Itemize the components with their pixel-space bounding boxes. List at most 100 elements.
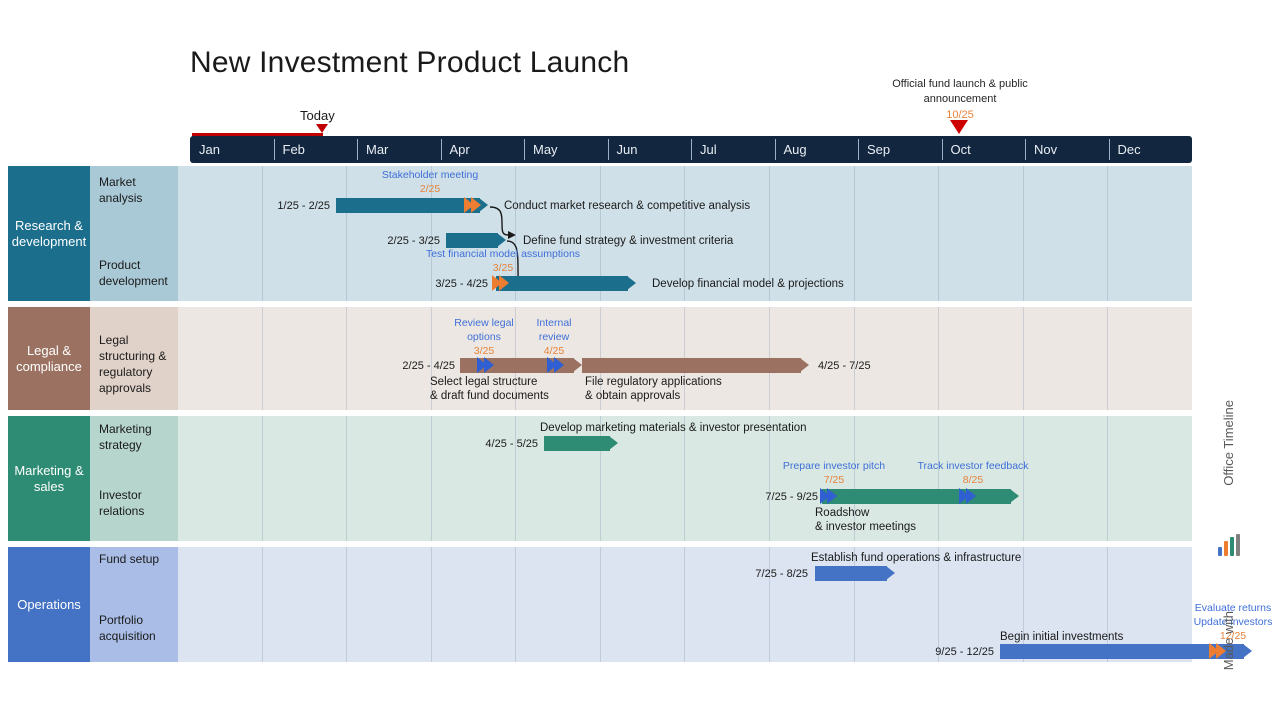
milestone-chevron xyxy=(827,488,837,504)
page-title: New Investment Product Launch xyxy=(190,46,630,79)
month-tick-apr: Apr xyxy=(440,136,525,163)
task-bar-roadshow-investor-meetings[interactable] xyxy=(820,488,1019,505)
row-label-fund-setup: Fund setup xyxy=(90,547,178,587)
task-label-file-regulatory-applications-line1: File regulatory applications xyxy=(585,376,722,388)
milestone-marker-track-investor-feedback[interactable] xyxy=(959,488,976,505)
swimlane-marketing-sales: Marketing & sales Marketing strategy Dev… xyxy=(8,416,1192,541)
row-label-product-development: Product development xyxy=(90,231,178,301)
row-marketing-strategy: Marketing strategy Develop marketing mat… xyxy=(90,416,1192,460)
track-portfolio-acquisition: Evaluate returns Update investors 12/25 … xyxy=(178,587,1272,662)
task-dates-file-regulatory-applications: 4/25 - 7/25 xyxy=(818,360,871,372)
timescale-header: Jan Feb Mar Apr May Jun Jul Aug Sep Oct … xyxy=(190,136,1192,163)
milestone-label-internal-review-line2: review xyxy=(538,331,570,343)
task-label-file-regulatory-applications-line2: & obtain approvals xyxy=(585,390,681,402)
row-market-analysis: Market analysis Stakeholder meeting 2/25… xyxy=(90,166,1192,239)
month-tick-dec: Dec xyxy=(1108,136,1193,163)
milestone-marker-test-financial-model[interactable] xyxy=(492,275,509,292)
month-tick-feb: Feb xyxy=(273,136,358,163)
task-bar-arrow-tip xyxy=(800,358,809,372)
row-fund-setup: Fund setup Establish fund operations & i… xyxy=(90,547,1192,587)
task-bar-conduct-market-research[interactable] xyxy=(336,197,488,214)
swimlane-title-legal-compliance: Legal & compliance xyxy=(8,307,90,410)
task-dates-select-legal-structure: 2/25 - 4/25 xyxy=(402,360,455,372)
branding-product-name: Office Timeline xyxy=(1221,400,1236,486)
task-bar-arrow-tip xyxy=(1010,489,1019,503)
milestone-date-test-financial-model: 3/25 xyxy=(492,262,514,274)
row-label-market-analysis: Market analysis xyxy=(90,166,178,231)
task-dates-begin-initial-investments: 9/25 - 12/25 xyxy=(935,646,994,658)
swimlane-research-development: Research & development Market analysis S… xyxy=(8,166,1192,301)
row-label-legal-structuring: Legal structuring & regulatory approvals xyxy=(90,307,178,410)
task-bar-body xyxy=(582,358,801,373)
task-label-select-legal-structure-line2: & draft fund documents xyxy=(430,390,549,402)
top-milestone-label-line2: announcement xyxy=(923,93,997,105)
month-tick-jul: Jul xyxy=(691,136,775,163)
task-bar-develop-financial-model[interactable] xyxy=(492,275,636,291)
task-label-develop-financial-model: Develop financial model & projections xyxy=(652,278,844,290)
milestone-marker-internal-review[interactable] xyxy=(547,357,564,374)
task-label-roadshow-investor-meetings-line2: & investor meetings xyxy=(815,521,916,533)
task-dates-define-fund-strategy: 2/25 - 3/25 xyxy=(387,235,440,247)
task-dates-develop-marketing-materials: 4/25 - 5/25 xyxy=(485,438,538,450)
month-tick-jan: Jan xyxy=(199,142,220,157)
milestone-date-internal-review: 4/25 xyxy=(543,345,565,357)
task-bar-establish-fund-operations[interactable] xyxy=(815,566,895,581)
office-timeline-logo-icon xyxy=(1218,534,1240,556)
milestone-marker-stakeholder-meeting[interactable] xyxy=(464,197,481,214)
today-label: Today xyxy=(300,108,335,123)
task-bar-file-regulatory-applications[interactable] xyxy=(582,358,809,373)
milestone-date-stakeholder-meeting: 2/25 xyxy=(419,183,441,195)
swimlane-title-research-development: Research & development xyxy=(8,166,90,301)
track-marketing-strategy: Develop marketing materials & investor p… xyxy=(178,416,1192,460)
task-label-conduct-market-research: Conduct market research & competitive an… xyxy=(504,200,751,212)
timeline-slide: New Investment Product Launch Today Offi… xyxy=(0,0,1280,720)
swimlane-operations: Operations Fund setup Establish fund ope… xyxy=(8,547,1272,662)
task-bar-define-fund-strategy[interactable] xyxy=(446,233,506,248)
task-bar-arrow-tip xyxy=(627,276,636,290)
task-bar-arrow-tip xyxy=(1243,644,1252,658)
task-bar-develop-marketing-materials[interactable] xyxy=(544,436,618,451)
task-bar-arrow-tip xyxy=(886,566,895,580)
row-label-investor-relations: Investor relations xyxy=(90,460,178,541)
milestone-chevron xyxy=(471,197,481,213)
swimlane-title-operations: Operations xyxy=(8,547,90,662)
task-bar-arrow-tip xyxy=(609,436,618,450)
task-label-roadshow-investor-meetings-line1: Roadshow xyxy=(815,507,870,519)
task-label-select-legal-structure-line1: Select legal structure xyxy=(430,376,538,388)
row-label-portfolio-acquisition: Portfolio acquisition xyxy=(90,587,178,662)
row-product-development: Product development 2/25 - 3/25 Define f… xyxy=(90,231,1192,301)
month-tick-aug: Aug xyxy=(774,136,859,163)
task-bar-arrow-tip xyxy=(573,358,582,372)
track-product-development: 2/25 - 3/25 Define fund strategy & inves… xyxy=(178,231,1192,301)
milestone-label-stakeholder-meeting: Stakeholder meeting xyxy=(381,169,479,181)
milestone-chevron xyxy=(499,275,509,291)
milestone-label-test-financial-model: Test financial model assumptions xyxy=(425,248,581,260)
task-bar-select-legal-structure[interactable] xyxy=(460,357,582,374)
month-tick-oct: Oct xyxy=(941,136,1026,163)
task-bar-begin-initial-investments[interactable] xyxy=(1000,643,1252,659)
task-label-develop-marketing-materials: Develop marketing materials & investor p… xyxy=(540,422,807,434)
task-dates-develop-financial-model: 3/25 - 4/25 xyxy=(435,278,488,290)
task-label-begin-initial-investments: Begin initial investments xyxy=(1000,631,1124,643)
month-tick-nov: Nov xyxy=(1025,136,1109,163)
month-tick-jun: Jun xyxy=(607,136,692,163)
milestone-marker-prepare-investor-pitch[interactable] xyxy=(820,488,837,505)
milestone-marker-review-legal-options[interactable] xyxy=(477,357,494,374)
swimlane-legal-compliance: Legal & compliance Legal structuring & r… xyxy=(8,307,1192,410)
task-bar-body xyxy=(496,276,628,291)
track-fund-setup: Establish fund operations & infrastructu… xyxy=(178,547,1192,587)
milestone-label-track-investor-feedback: Track investor feedback xyxy=(917,460,1029,472)
milestone-chevron xyxy=(966,488,976,504)
task-dates-establish-fund-operations: 7/25 - 8/25 xyxy=(755,568,808,580)
track-legal-structuring: Review legal options 3/25 Internal revie… xyxy=(178,307,1192,410)
top-milestone-callout: Official fund launch & public announceme… xyxy=(872,77,1048,123)
task-bar-body xyxy=(815,566,887,581)
track-investor-relations: Prepare investor pitch 7/25 Track invest… xyxy=(178,460,1192,541)
task-bar-body xyxy=(1000,644,1244,659)
top-milestone-label-line1: Official fund launch & public xyxy=(892,78,1028,90)
task-dates-conduct-market-research: 1/25 - 2/25 xyxy=(277,200,330,212)
today-marker-icon xyxy=(316,124,328,133)
top-milestone-marker-icon xyxy=(950,120,968,134)
task-dates-roadshow-investor-meetings: 7/25 - 9/25 xyxy=(765,491,818,503)
month-tick-sep: Sep xyxy=(858,136,942,163)
